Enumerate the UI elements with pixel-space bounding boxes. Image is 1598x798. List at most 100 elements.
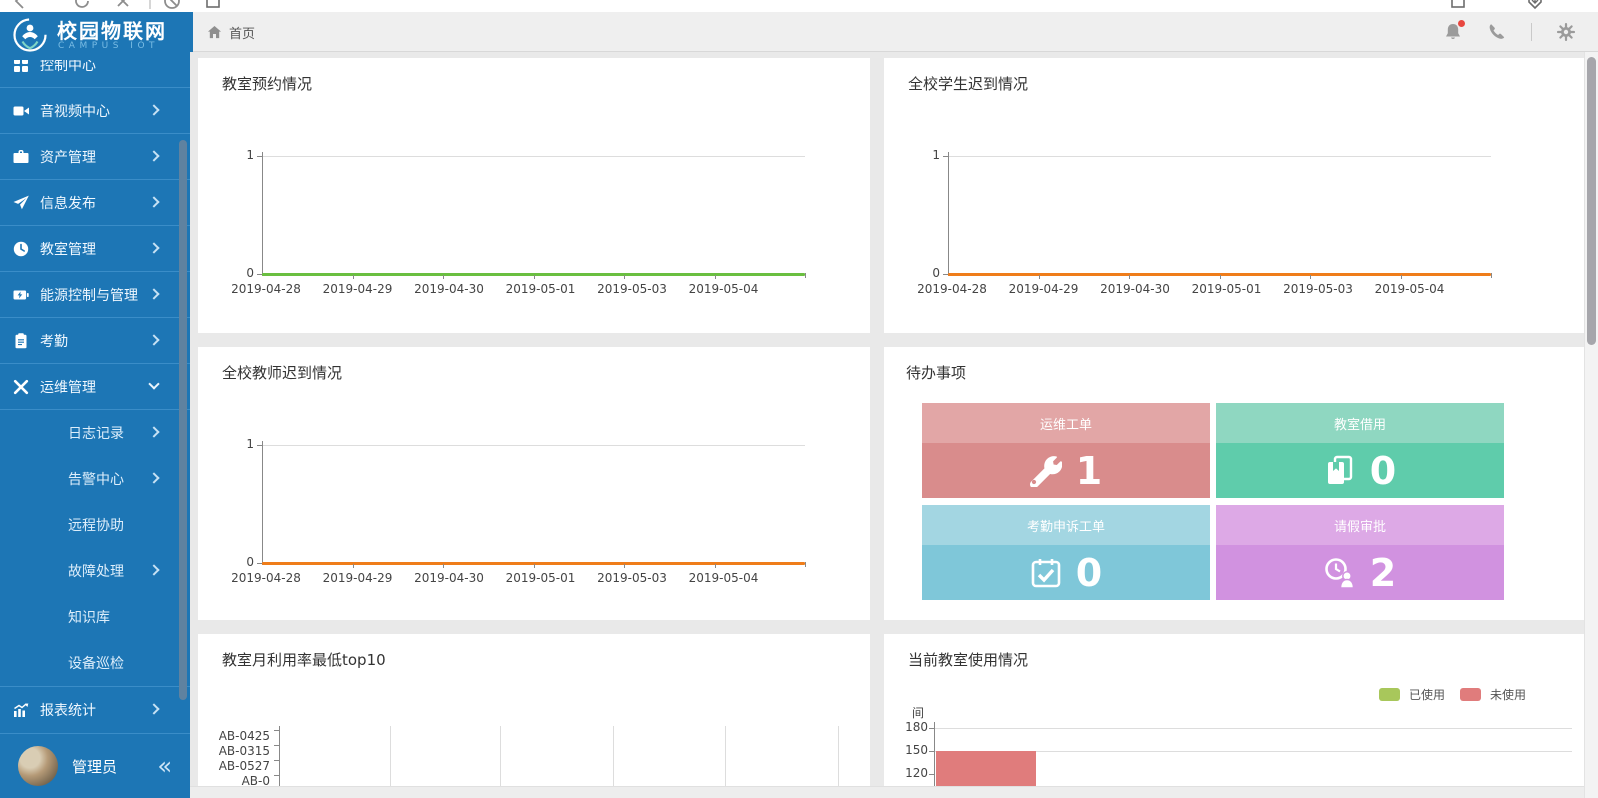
vertical-scrollbar-thumb[interactable] [1587, 57, 1596, 345]
sidebar-item-label: 信息发布 [40, 193, 96, 213]
settings-button[interactable] [1556, 22, 1576, 42]
back-icon[interactable] [10, 0, 30, 11]
sidebar-item-label: 远程协助 [68, 515, 124, 535]
logo-title: 校园物联网 [57, 15, 167, 44]
todo-card-header: 考勤申诉工单 [922, 505, 1210, 545]
panel-current-usage: 当前教室使用情况 已使用未使用间180150120 [884, 634, 1584, 798]
panel-title: 待办事项 [906, 362, 966, 383]
tab-home[interactable]: 首页 [207, 12, 255, 52]
panel-todo: 待办事项 运维工单1 教室借用 0 考勤申诉工单 0 请假审批 2 [884, 347, 1584, 620]
sidebar-item-报表统计[interactable]: 报表统计 [0, 686, 190, 732]
todo-card-label: 请假审批 [1334, 516, 1386, 535]
phone-button[interactable] [1487, 22, 1507, 42]
x-tick-label: 2019-04-29 [319, 571, 397, 586]
x-tick [353, 275, 354, 279]
y-tick-label: 0 [232, 555, 254, 569]
x-tick [1310, 275, 1311, 279]
todo-card-运维工单[interactable]: 运维工单1 [922, 403, 1210, 498]
sidebar-item-日志记录[interactable]: 日志记录 [0, 410, 190, 456]
todo-card-label: 考勤申诉工单 [1027, 516, 1105, 535]
sidebar-item-考勤[interactable]: 考勤 [0, 318, 190, 364]
chevron-right-icon [148, 242, 159, 253]
sidebar-item-label: 设备巡检 [68, 653, 124, 673]
sidebar-item-label: 考勤 [40, 331, 68, 351]
sidebar-item-label: 资产管理 [40, 147, 96, 167]
sidebar-item-音视频中心[interactable]: 音视频中心 [0, 88, 190, 134]
panel-title: 全校学生迟到情况 [908, 73, 1028, 94]
chevron-down-icon [148, 378, 159, 389]
user-panel[interactable]: 管理员 « [0, 733, 190, 798]
sidebar-item-教室管理[interactable]: 教室管理 [0, 226, 190, 272]
x-tick-label: 2019-05-04 [685, 282, 763, 297]
sidebar-item-label: 能源控制与管理 [40, 285, 138, 305]
clock-icon [13, 241, 29, 257]
sidebar-item-告警中心[interactable]: 告警中心 [0, 456, 190, 502]
panel-classroom-reservation: 教室预约情况 102019-04-282019-04-292019-04-302… [198, 58, 870, 333]
x-tick [1129, 275, 1130, 279]
x-tick [443, 564, 444, 568]
sidebar-scrollbar-thumb[interactable] [179, 140, 187, 700]
sidebar-item-设备巡检[interactable]: 设备巡检 [0, 640, 190, 686]
blocked-icon[interactable] [162, 0, 182, 11]
panel-teacher-late: 全校教师迟到情况 102019-04-282019-04-292019-04-3… [198, 347, 870, 620]
sidebar-menu: 控制中心音视频中心资产管理信息发布教室管理能源控制与管理考勤运维管理日志记录告警… [0, 42, 190, 732]
x-tick-label: 2019-05-03 [593, 571, 671, 586]
gear-icon [1556, 22, 1576, 42]
x-tick [1220, 275, 1221, 279]
legend-label: 已使用 [1409, 686, 1445, 703]
todo-card-label: 教室借用 [1334, 414, 1386, 433]
panel-title: 当前教室使用情况 [908, 649, 1028, 670]
close-icon[interactable] [113, 0, 133, 11]
sidebar-item-label: 告警中心 [68, 469, 124, 489]
todo-card-教室借用[interactable]: 教室借用 0 [1216, 403, 1504, 498]
sidebar-item-资产管理[interactable]: 资产管理 [0, 134, 190, 180]
panel-title: 教室预约情况 [222, 73, 312, 94]
x-tick [624, 275, 625, 279]
tools-icon [13, 379, 29, 395]
topbar-actions [1443, 12, 1576, 52]
x-tick-label: 2019-04-29 [1005, 282, 1083, 297]
avatar[interactable] [18, 746, 58, 786]
y-tick-label: 0 [232, 266, 254, 280]
x-tick-label: 2019-05-01 [502, 282, 580, 297]
notifications-button[interactable] [1443, 22, 1463, 42]
x-tick [534, 564, 535, 568]
y-tick [257, 156, 262, 157]
todo-card-考勤申诉工单[interactable]: 考勤申诉工单 0 [922, 505, 1210, 600]
legend[interactable]: 已使用 未使用 [1379, 686, 1532, 703]
legend-label: 未使用 [1490, 686, 1526, 703]
logo-subtitle: CAMPUS IOT [58, 41, 159, 51]
topbar: 首页 [190, 12, 1598, 52]
sidebar-item-远程协助[interactable]: 远程协助 [0, 502, 190, 548]
window-icon[interactable] [1448, 0, 1468, 11]
home-icon [207, 25, 222, 40]
refresh-icon[interactable] [72, 0, 92, 11]
x-tick-label: 2019-05-01 [1188, 282, 1266, 297]
todo-card-body: 0 [1216, 443, 1504, 498]
todo-card-请假审批[interactable]: 请假审批 2 [1216, 505, 1504, 600]
todo-card-header: 运维工单 [922, 403, 1210, 443]
sidebar-item-运维管理[interactable]: 运维管理 [0, 364, 190, 410]
y-tick-label: 1 [232, 437, 254, 451]
category-label: AB-0315 [198, 744, 270, 759]
sidebar-item-能源控制与管理[interactable]: 能源控制与管理 [0, 272, 190, 318]
y-tick-label: 120 [884, 766, 928, 781]
category-tick [274, 775, 279, 776]
todo-card-body: 2 [1216, 545, 1504, 600]
chevron-right-icon [148, 150, 159, 161]
download-shield-icon[interactable] [1525, 0, 1545, 11]
sidebar-item-label: 知识库 [68, 607, 110, 627]
sidebar-collapse-button[interactable]: « [157, 756, 172, 776]
sidebar-item-故障处理[interactable]: 故障处理 [0, 548, 190, 594]
x-tick-label: 2019-04-30 [410, 282, 488, 297]
todo-card-body: 0 [922, 545, 1210, 600]
chevron-right-icon [148, 564, 159, 575]
sidebar-item-label: 故障处理 [68, 561, 124, 581]
y-tick-label: 1 [918, 148, 940, 162]
sidebar-item-信息发布[interactable]: 信息发布 [0, 180, 190, 226]
panel-student-late: 全校学生迟到情况 102019-04-282019-04-292019-04-3… [884, 58, 1584, 333]
gridline [262, 445, 805, 446]
sidebar-item-知识库[interactable]: 知识库 [0, 594, 190, 640]
tab-icon[interactable] [203, 0, 223, 11]
chevron-right-icon [148, 288, 159, 299]
